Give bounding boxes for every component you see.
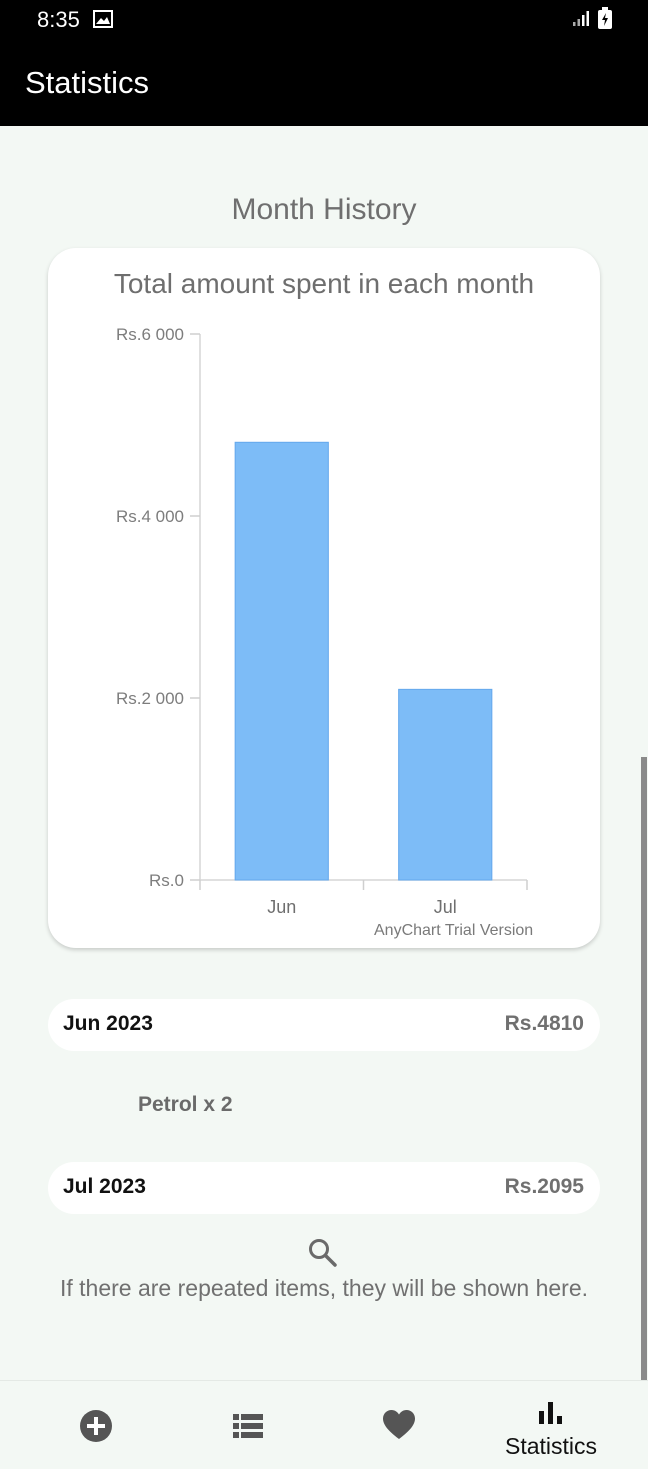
nav-add[interactable] bbox=[36, 1381, 156, 1469]
scrollbar[interactable] bbox=[641, 757, 647, 1380]
search-icon bbox=[307, 1237, 339, 1274]
image-icon bbox=[93, 10, 113, 33]
list-icon bbox=[233, 1414, 263, 1438]
month-amount: Rs.4810 bbox=[504, 1012, 584, 1035]
month-row-jul[interactable]: Jul 2023 Rs.2095 bbox=[48, 1162, 600, 1214]
add-circle-icon bbox=[80, 1410, 112, 1442]
month-amount: Rs.2095 bbox=[504, 1175, 584, 1198]
nav-favorites[interactable] bbox=[339, 1381, 459, 1469]
x-tick-label: Jul bbox=[434, 897, 457, 917]
y-tick-label: Rs.4 000 bbox=[116, 507, 184, 526]
section-title: Month History bbox=[231, 193, 417, 226]
bar-chart-icon bbox=[539, 1402, 562, 1424]
chart-card: Total amount spent in each month Rs.0 Rs.… bbox=[48, 248, 600, 948]
app-bar: Statistics bbox=[0, 38, 648, 126]
status-time: 8:35 bbox=[37, 7, 80, 32]
month-label: Jun 2023 bbox=[63, 1012, 153, 1035]
bar-jun bbox=[234, 441, 329, 881]
empty-state-message: If there are repeated items, they will b… bbox=[60, 1275, 589, 1301]
repeated-item: Petrol x 2 bbox=[138, 1093, 233, 1116]
x-tick-label: Jun bbox=[267, 897, 296, 917]
month-row-jun[interactable]: Jun 2023 Rs.4810 bbox=[48, 999, 600, 1051]
status-bar: 8:35 bbox=[0, 0, 648, 38]
month-label: Jul 2023 bbox=[63, 1175, 146, 1198]
chart-watermark: AnyChart Trial Version bbox=[374, 922, 534, 939]
bottom-nav: Statistics bbox=[0, 1380, 648, 1469]
nav-label: Statistics bbox=[504, 1433, 598, 1459]
y-tick-label: Rs.6 000 bbox=[116, 325, 184, 344]
nav-list[interactable] bbox=[188, 1381, 308, 1469]
bar-chart: Rs.0 Rs.2 000 Rs.4 000 Rs.6 000 Jun Jul bbox=[116, 325, 528, 917]
nav-statistics[interactable]: Statistics bbox=[491, 1381, 611, 1469]
signal-icon bbox=[572, 9, 590, 32]
y-tick-label: Rs.2 000 bbox=[116, 689, 184, 708]
page-title: Statistics bbox=[25, 65, 150, 100]
bar-jul bbox=[398, 688, 493, 881]
y-tick-label: Rs.0 bbox=[149, 871, 184, 890]
heart-icon bbox=[383, 1410, 415, 1439]
battery-charging-icon bbox=[598, 7, 612, 34]
